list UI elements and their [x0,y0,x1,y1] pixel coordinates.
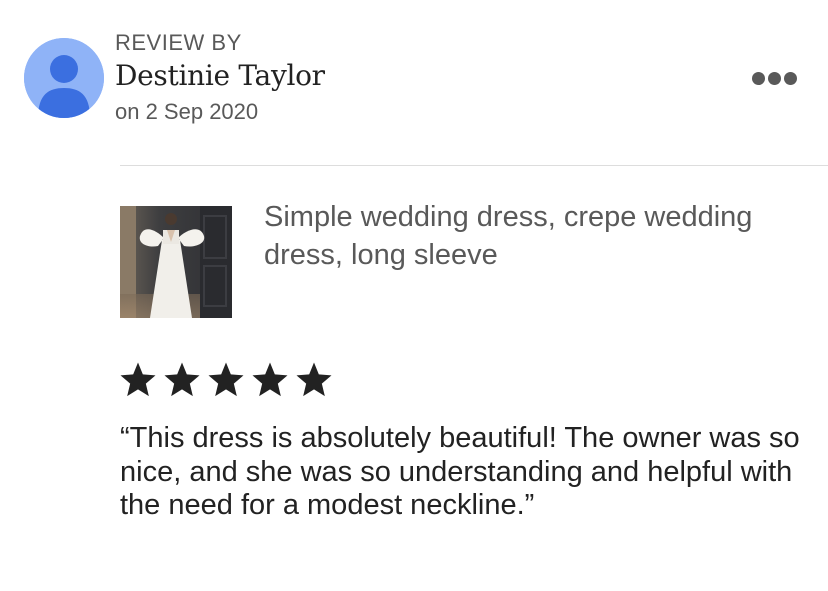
review-date: on 2 Sep 2020 [115,99,259,124]
star-icon [294,360,334,400]
product-title-link[interactable]: Simple wedding dress, crepe wedding dres… [264,198,784,274]
star-icon [206,360,246,400]
more-dots-icon [767,71,781,85]
divider [120,165,828,166]
star-icon [250,360,290,400]
review-by-label: REVIEW BY [115,30,242,55]
star-rating [118,360,334,400]
reviewer-name: Destinie Taylor [115,59,325,92]
more-dots-icon [783,71,797,85]
more-options-button[interactable] [744,62,804,94]
star-icon [162,360,202,400]
avatar [24,38,104,118]
star-icon [118,360,158,400]
review-text: “This dress is absolutely beautiful! The… [120,422,800,521]
more-dots-icon [751,71,765,85]
product-thumbnail[interactable] [120,206,232,318]
default-user-icon [24,38,104,118]
dress-photo [120,206,232,318]
